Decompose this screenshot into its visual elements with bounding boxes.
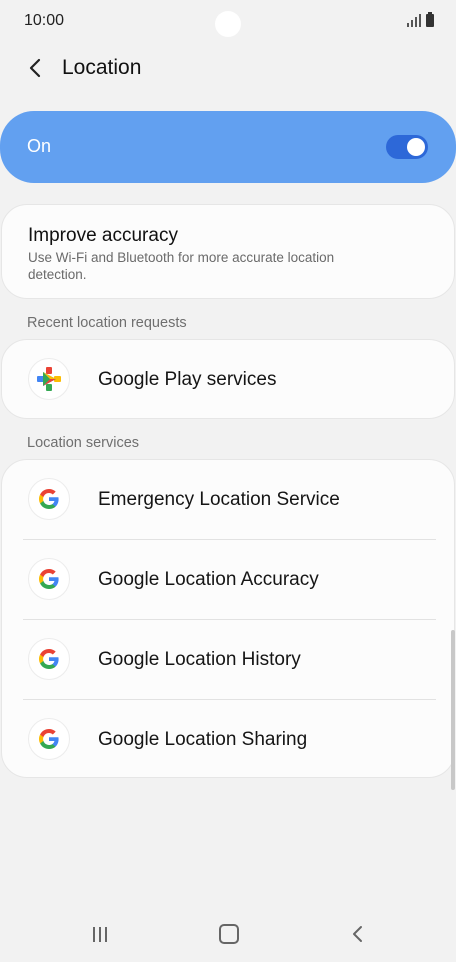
- list-item-label: Google Play services: [98, 369, 277, 390]
- battery-icon: [426, 12, 434, 27]
- google-g-icon: [28, 478, 70, 520]
- location-master-toggle[interactable]: On: [0, 111, 456, 183]
- back-arrow-icon: [29, 58, 41, 78]
- camera-cutout: [215, 11, 241, 37]
- recent-requests-card: Google Play services: [1, 339, 455, 419]
- list-item-google-location-accuracy[interactable]: Google Location Accuracy: [2, 540, 454, 620]
- nav-back-icon: [353, 926, 362, 942]
- back-button[interactable]: [20, 52, 52, 84]
- scrollbar[interactable]: [451, 630, 455, 790]
- list-item-emergency-location-service[interactable]: Emergency Location Service: [2, 460, 454, 540]
- list-item-label: Google Location History: [98, 649, 301, 670]
- improve-accuracy-title: Improve accuracy: [28, 225, 178, 246]
- signal-icon: [407, 13, 421, 27]
- location-services-card: Emergency Location Service Google Locati…: [1, 459, 455, 778]
- list-item-label: Emergency Location Service: [98, 489, 340, 510]
- status-bar: 10:00: [0, 0, 456, 44]
- list-item-label: Google Location Accuracy: [98, 569, 319, 590]
- navigation-bar: [0, 906, 456, 962]
- google-g-icon: [28, 718, 70, 760]
- location-services-header: Location services: [27, 435, 140, 451]
- recents-icon-bar: [93, 926, 95, 942]
- toggle-label: On: [27, 136, 52, 156]
- nav-back-button[interactable]: [346, 922, 370, 946]
- app-header: Location: [0, 44, 456, 92]
- location-switch[interactable]: [386, 135, 428, 159]
- recents-button[interactable]: [88, 922, 112, 946]
- list-item-google-location-sharing[interactable]: Google Location Sharing: [2, 700, 454, 780]
- google-play-services-icon: [28, 358, 70, 400]
- status-time: 10:00: [24, 12, 65, 29]
- switch-knob: [407, 138, 425, 156]
- recent-requests-header: Recent location requests: [27, 315, 187, 331]
- google-g-icon: [28, 638, 70, 680]
- improve-accuracy-description: Use Wi-Fi and Bluetooth for more accurat…: [28, 250, 335, 282]
- recents-icon-bar: [105, 926, 107, 942]
- google-g-icon: [28, 558, 70, 600]
- recents-icon-bar: [99, 926, 101, 942]
- status-icons: [407, 12, 434, 27]
- improve-accuracy-item[interactable]: Improve accuracy Use Wi-Fi and Bluetooth…: [1, 204, 455, 299]
- home-button[interactable]: [219, 924, 239, 944]
- list-item-label: Google Location Sharing: [98, 729, 308, 750]
- list-item-google-location-history[interactable]: Google Location History: [2, 620, 454, 700]
- list-item-google-play-services[interactable]: Google Play services: [2, 340, 454, 420]
- page-title: Location: [62, 56, 142, 79]
